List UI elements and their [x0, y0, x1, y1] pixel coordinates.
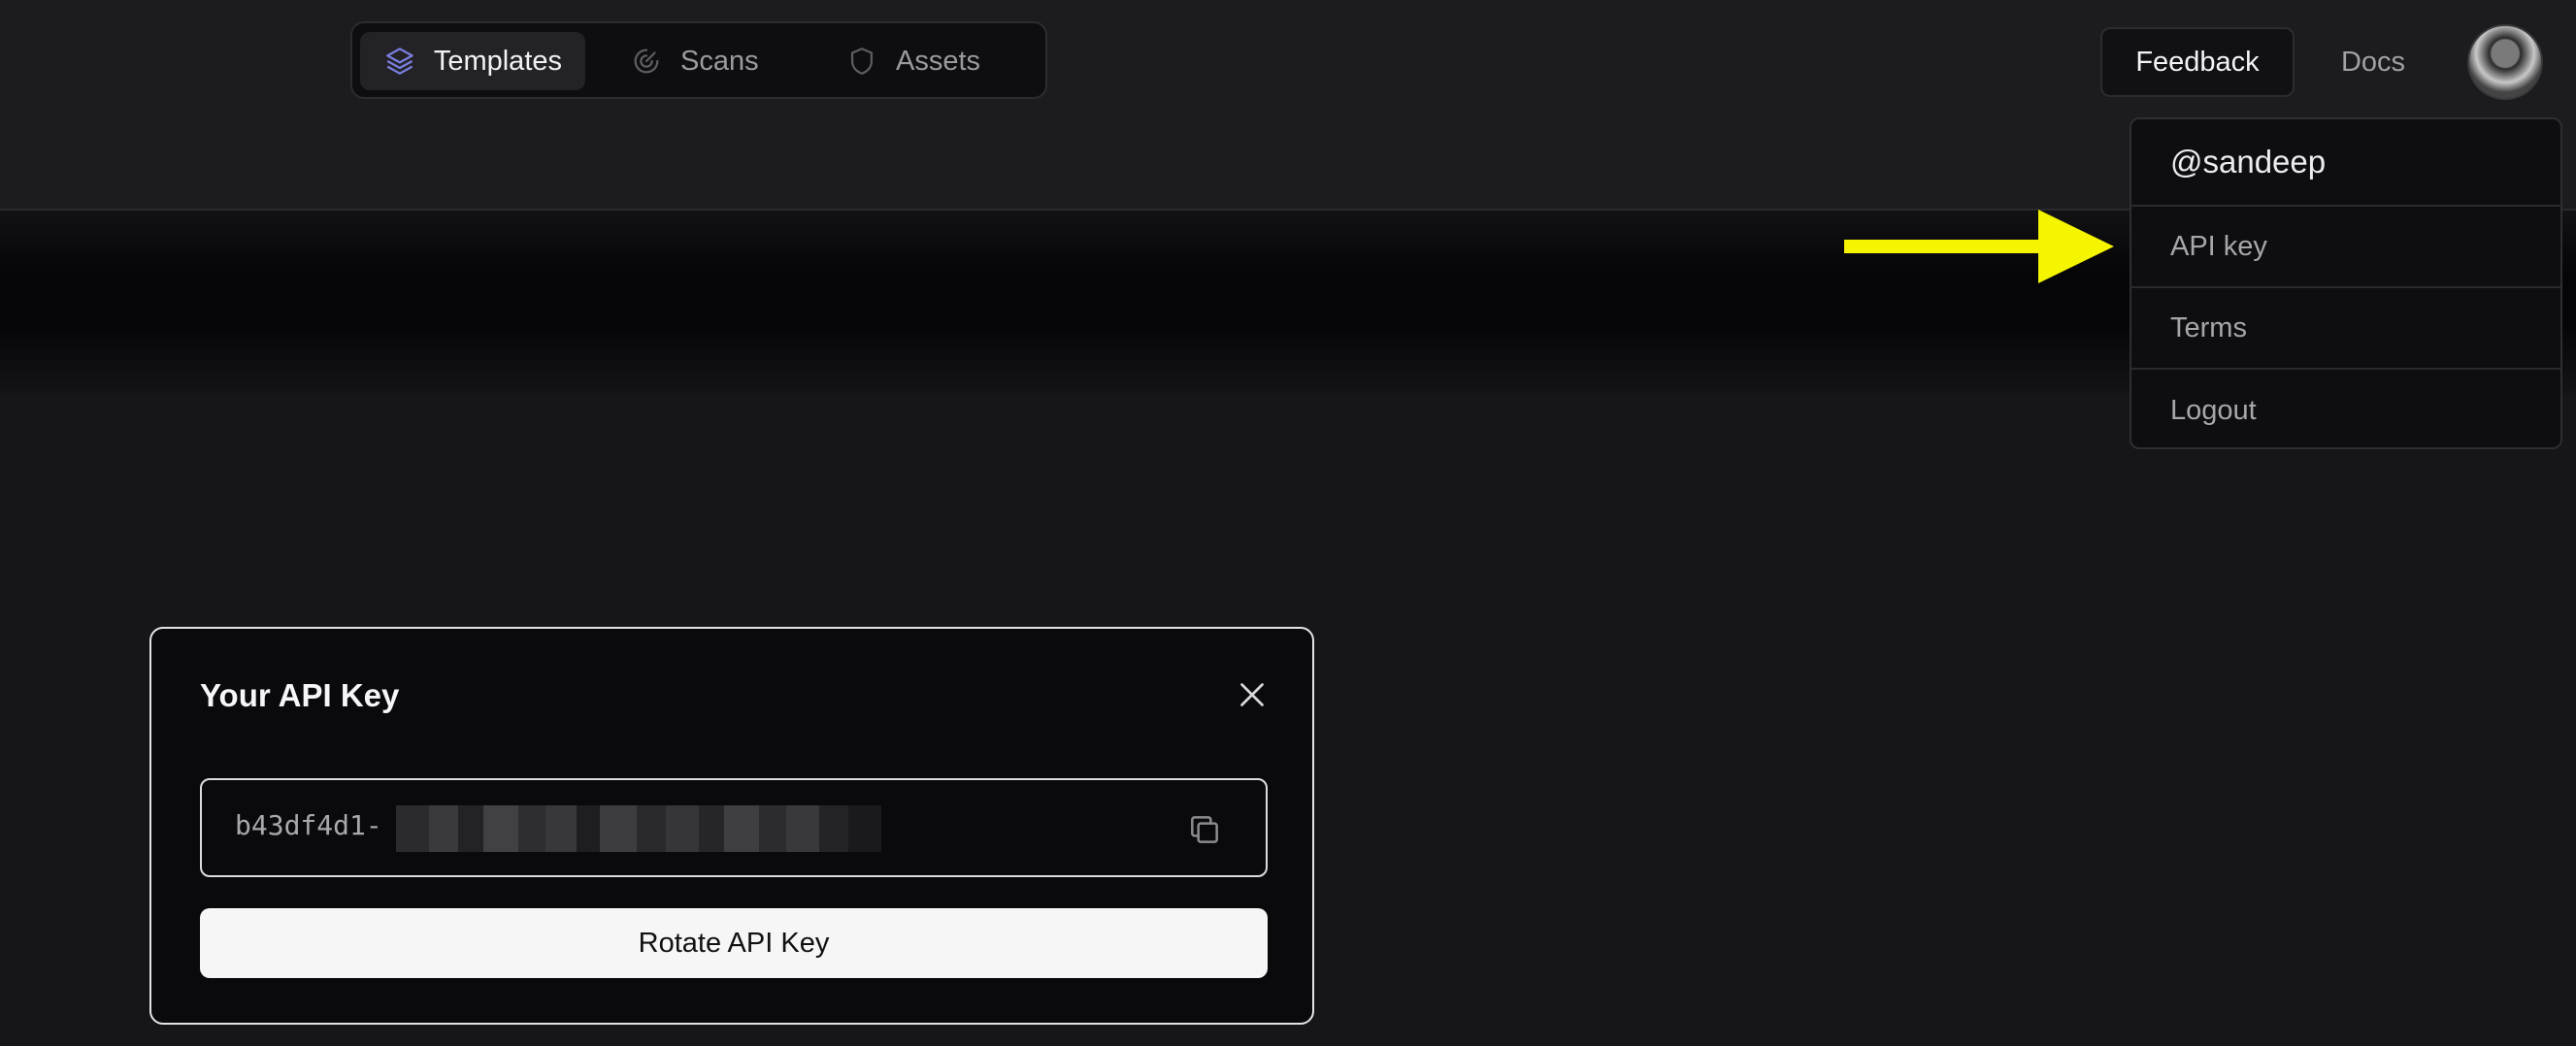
tab-label: Assets [896, 45, 981, 77]
redacted-key [396, 805, 901, 852]
docs-link[interactable]: Docs [2329, 27, 2417, 97]
arrow-right-icon [1844, 210, 2114, 283]
feedback-button[interactable]: Feedback [2100, 27, 2295, 97]
tab-templates[interactable]: Templates [360, 32, 585, 90]
modal-title: Your API Key [200, 677, 400, 713]
menu-item-terms[interactable]: Terms [2131, 288, 2560, 370]
tab-label: Scans [680, 45, 759, 77]
menu-item-logout[interactable]: Logout [2131, 370, 2560, 451]
user-menu: @sandeep API key Terms Logout [2130, 117, 2562, 449]
tab-assets[interactable]: Assets [822, 32, 1038, 90]
api-key-field[interactable]: b43df4d1- [200, 778, 1268, 877]
copy-icon[interactable] [1186, 811, 1223, 848]
radar-icon [634, 49, 659, 74]
menu-item-api-key[interactable]: API key [2131, 207, 2560, 288]
layers-icon [386, 48, 413, 75]
main-nav: Templates Scans Assets [350, 21, 1047, 99]
user-avatar[interactable] [2467, 24, 2543, 100]
api-key-modal: Your API Key b43df4d1- Rotate API Key [149, 627, 1314, 1025]
api-key-value: b43df4d1- [235, 809, 382, 841]
rotate-api-key-button[interactable]: Rotate API Key [200, 908, 1268, 978]
tab-label: Templates [433, 45, 562, 77]
menu-username: @sandeep [2131, 119, 2560, 207]
shield-icon [850, 48, 874, 75]
close-icon[interactable] [1235, 677, 1270, 712]
tab-scans[interactable]: Scans [607, 32, 801, 90]
